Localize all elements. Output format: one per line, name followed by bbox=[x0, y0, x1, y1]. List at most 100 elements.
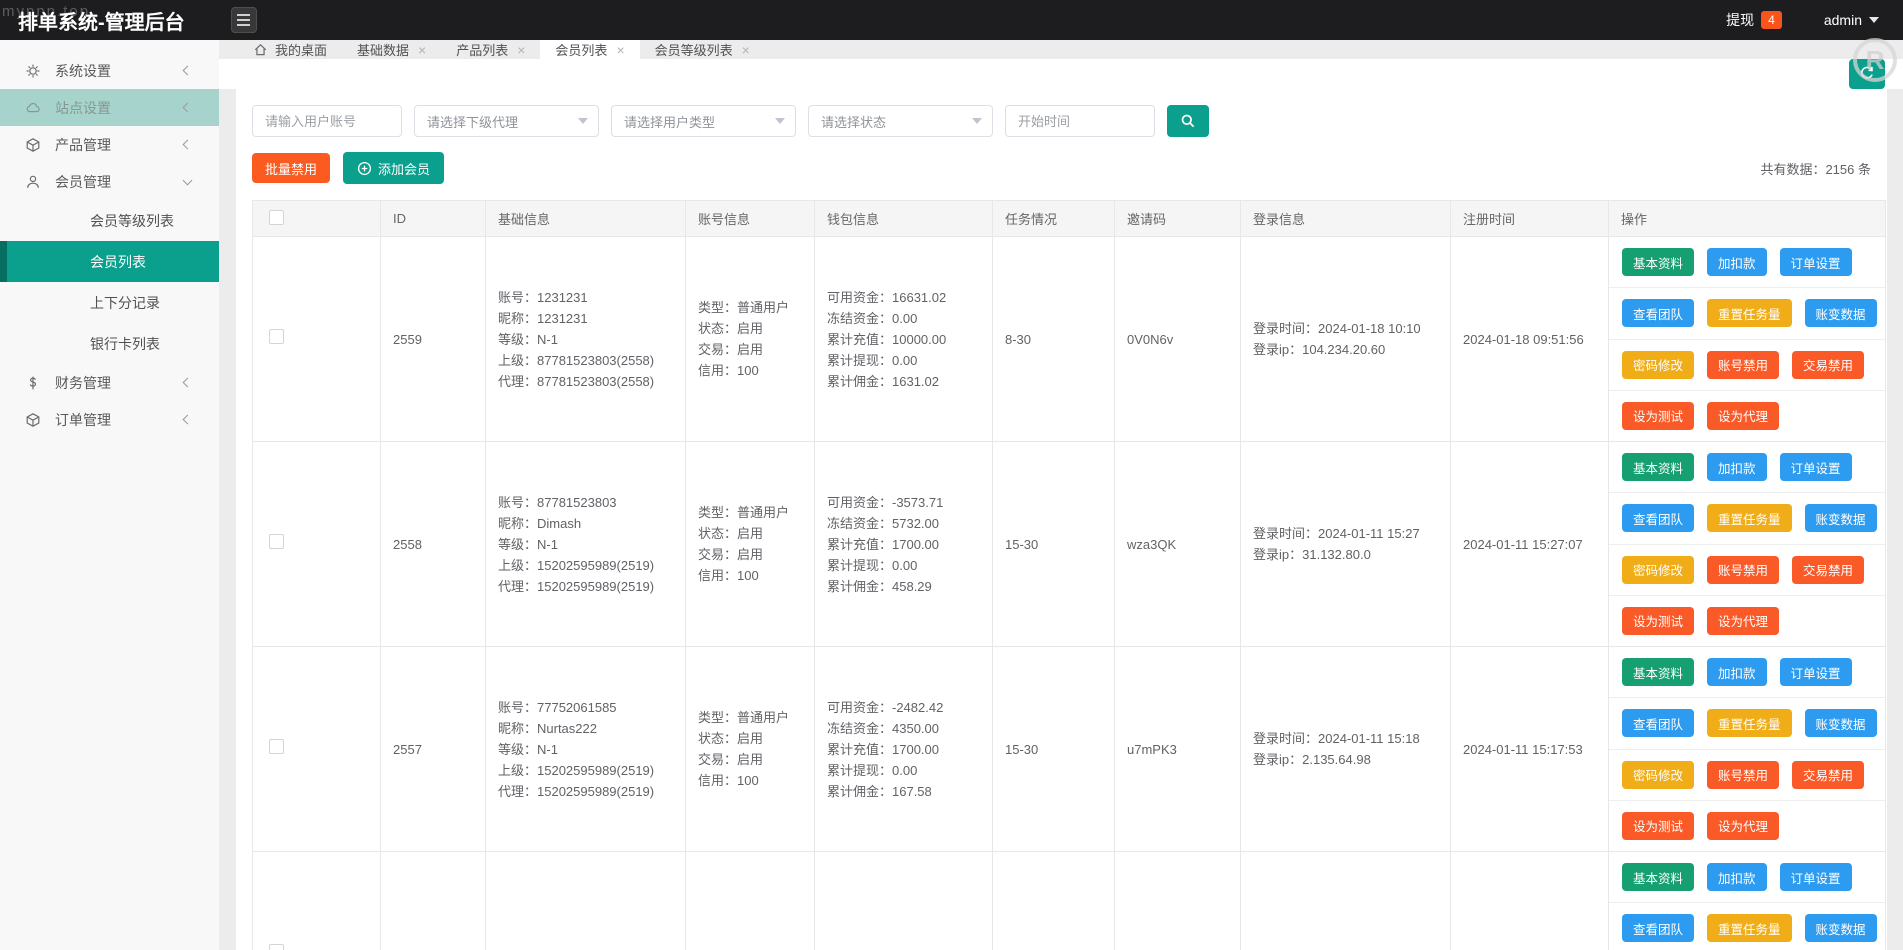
account-changes-button[interactable]: 账变数据 bbox=[1805, 504, 1877, 532]
tab-product-list[interactable]: 产品列表× bbox=[441, 40, 540, 59]
set-agent-button[interactable]: 设为代理 bbox=[1707, 812, 1779, 840]
basic-info-button[interactable]: 基本资料 bbox=[1622, 658, 1694, 686]
wallet-info-line: 可用资金：-2482.42 bbox=[827, 697, 992, 718]
row-checkbox[interactable] bbox=[269, 534, 284, 549]
sidebar-item-member-list[interactable]: 会员列表 bbox=[0, 241, 219, 282]
basic-info-button[interactable]: 基本资料 bbox=[1622, 863, 1694, 891]
reset-tasks-button[interactable]: 重置任务量 bbox=[1707, 299, 1792, 327]
sidebar-item-system-settings[interactable]: 系统设置 bbox=[0, 52, 219, 89]
view-team-button[interactable]: 查看团队 bbox=[1622, 914, 1694, 942]
change-password-button[interactable]: 密码修改 bbox=[1622, 351, 1694, 379]
base-info-line: 上级：87781523803(2558) bbox=[498, 350, 685, 371]
disable-trading-button[interactable]: 交易禁用 bbox=[1792, 351, 1864, 379]
view-team-button[interactable]: 查看团队 bbox=[1622, 709, 1694, 737]
invite-code-cell: u7mPK3 bbox=[1115, 647, 1241, 852]
disable-trading-button[interactable]: 交易禁用 bbox=[1792, 761, 1864, 789]
row-checkbox-cell bbox=[253, 852, 381, 950]
adjust-funds-button[interactable]: 加扣款 bbox=[1707, 658, 1767, 686]
sidebar-item-bankcard-list[interactable]: 银行卡列表 bbox=[0, 323, 219, 364]
base-info-line: 昵称：1231231 bbox=[498, 308, 685, 329]
search-button[interactable] bbox=[1167, 105, 1209, 137]
view-team-button[interactable]: 查看团队 bbox=[1622, 299, 1694, 327]
member-table: ID基础信息账号信息钱包信息任务情况邀请码登录信息注册时间操作 2559账号：1… bbox=[252, 200, 1886, 950]
operation-button-lines: 基本资料加扣款订单设置查看团队重置任务量账变数据密码修改账号禁用交易禁用设为测试… bbox=[1609, 852, 1885, 950]
sidebar-item-finance-management[interactable]: 财务管理 bbox=[0, 364, 219, 401]
topbar: mypnp.top 排单系统-管理后台 提现 4 admin bbox=[0, 0, 1903, 40]
basic-info-button[interactable]: 基本资料 bbox=[1622, 453, 1694, 481]
change-password-button[interactable]: 密码修改 bbox=[1622, 556, 1694, 584]
close-icon[interactable]: × bbox=[418, 43, 426, 57]
operations-cell: 基本资料加扣款订单设置查看团队重置任务量账变数据密码修改账号禁用交易禁用设为测试… bbox=[1609, 852, 1886, 950]
login-info-line: 登录ip：104.234.20.60 bbox=[1253, 339, 1450, 360]
gear-icon bbox=[24, 63, 42, 79]
reset-tasks-button[interactable]: 重置任务量 bbox=[1707, 504, 1792, 532]
set-test-button[interactable]: 设为测试 bbox=[1622, 402, 1694, 430]
sidebar-item-site-settings[interactable]: 站点设置 bbox=[0, 89, 219, 126]
set-test-button[interactable]: 设为测试 bbox=[1622, 607, 1694, 635]
wallet-info-line: 累计充值：1700.00 bbox=[827, 739, 992, 760]
close-icon[interactable]: × bbox=[517, 43, 525, 57]
close-icon[interactable]: × bbox=[742, 43, 750, 57]
row-checkbox[interactable] bbox=[269, 739, 284, 754]
account-search-input[interactable] bbox=[252, 105, 402, 137]
set-agent-button[interactable]: 设为代理 bbox=[1707, 607, 1779, 635]
status-select[interactable]: 请选择状态 bbox=[808, 105, 993, 137]
adjust-funds-button[interactable]: 加扣款 bbox=[1707, 248, 1767, 276]
login-info-cell: 登录时间：2024-01-11 15:18登录ip：2.135.64.98 bbox=[1241, 647, 1451, 852]
agent-select[interactable]: 请选择下级代理 bbox=[414, 105, 599, 137]
start-date-input[interactable] bbox=[1005, 105, 1155, 137]
withdraw-link[interactable]: 提现 bbox=[1726, 10, 1754, 30]
tab-member-level-list[interactable]: 会员等级列表× bbox=[640, 40, 765, 59]
user-menu[interactable]: admin bbox=[1824, 12, 1879, 28]
reset-tasks-button[interactable]: 重置任务量 bbox=[1707, 914, 1792, 942]
hamburger-icon bbox=[237, 14, 250, 16]
login-info-cell bbox=[1241, 852, 1451, 950]
set-test-button[interactable]: 设为测试 bbox=[1622, 812, 1694, 840]
add-member-button[interactable]: 添加会员 bbox=[343, 152, 444, 184]
account-changes-button[interactable]: 账变数据 bbox=[1805, 914, 1877, 942]
account-changes-button[interactable]: 账变数据 bbox=[1805, 709, 1877, 737]
basic-info-button[interactable]: 基本资料 bbox=[1622, 248, 1694, 276]
user-type-select[interactable]: 请选择用户类型 bbox=[611, 105, 796, 137]
member-table-wrap: ID基础信息账号信息钱包信息任务情况邀请码登录信息注册时间操作 2559账号：1… bbox=[252, 200, 1871, 950]
batch-disable-button[interactable]: 批量禁用 bbox=[252, 153, 330, 183]
order-settings-button[interactable]: 订单设置 bbox=[1780, 453, 1852, 481]
tab-my-desktop[interactable]: 我的桌面 bbox=[238, 40, 342, 59]
select-all-checkbox[interactable] bbox=[269, 210, 284, 225]
set-agent-button[interactable]: 设为代理 bbox=[1707, 402, 1779, 430]
refresh-button[interactable] bbox=[1849, 59, 1885, 89]
account-changes-button[interactable]: 账变数据 bbox=[1805, 299, 1877, 327]
sidebar-item-updown-records[interactable]: 上下分记录 bbox=[0, 282, 219, 323]
adjust-funds-button[interactable]: 加扣款 bbox=[1707, 453, 1767, 481]
tab-member-list[interactable]: 会员列表× bbox=[540, 40, 639, 59]
account-info-cell bbox=[686, 852, 815, 950]
close-icon[interactable]: × bbox=[616, 43, 624, 57]
disable-account-button[interactable]: 账号禁用 bbox=[1707, 761, 1779, 789]
sidebar-item-product-management[interactable]: 产品管理 bbox=[0, 126, 219, 163]
order-settings-button[interactable]: 订单设置 bbox=[1780, 248, 1852, 276]
disable-account-button[interactable]: 账号禁用 bbox=[1707, 351, 1779, 379]
row-checkbox[interactable] bbox=[269, 944, 284, 950]
disable-trading-button[interactable]: 交易禁用 bbox=[1792, 556, 1864, 584]
menu-toggle-button[interactable] bbox=[231, 7, 257, 33]
view-team-button[interactable]: 查看团队 bbox=[1622, 504, 1694, 532]
login-info-line: 登录ip：2.135.64.98 bbox=[1253, 749, 1450, 770]
chevron-left-icon bbox=[183, 378, 193, 388]
order-settings-button[interactable]: 订单设置 bbox=[1780, 863, 1852, 891]
filter-row: 请选择下级代理 请选择用户类型 请选择状态 bbox=[252, 105, 1871, 137]
sidebar-item-member-level-list[interactable]: 会员等级列表 bbox=[0, 200, 219, 241]
row-checkbox[interactable] bbox=[269, 329, 284, 344]
order-settings-button[interactable]: 订单设置 bbox=[1780, 658, 1852, 686]
operations-cell: 基本资料加扣款订单设置查看团队重置任务量账变数据密码修改账号禁用交易禁用设为测试… bbox=[1609, 442, 1886, 647]
user-type-select-label: 请选择用户类型 bbox=[624, 112, 775, 131]
sidebar-item-label: 系统设置 bbox=[55, 61, 184, 81]
sidebar-item-order-management[interactable]: 订单管理 bbox=[0, 401, 219, 438]
tab-basic-data[interactable]: 基础数据× bbox=[342, 40, 441, 59]
change-password-button[interactable]: 密码修改 bbox=[1622, 761, 1694, 789]
sidebar-item-member-management[interactable]: 会员管理 bbox=[0, 163, 219, 200]
disable-account-button[interactable]: 账号禁用 bbox=[1707, 556, 1779, 584]
reset-tasks-button[interactable]: 重置任务量 bbox=[1707, 709, 1792, 737]
account-info-line: 信用：100 bbox=[698, 360, 814, 381]
adjust-funds-button[interactable]: 加扣款 bbox=[1707, 863, 1767, 891]
operation-button-lines: 基本资料加扣款订单设置查看团队重置任务量账变数据密码修改账号禁用交易禁用设为测试… bbox=[1609, 237, 1885, 441]
